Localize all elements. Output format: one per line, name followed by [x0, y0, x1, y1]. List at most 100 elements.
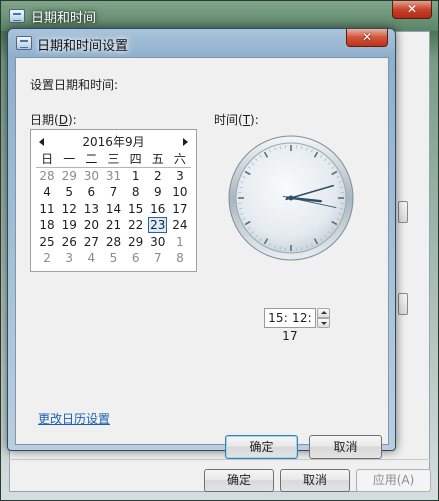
parent-apply-button[interactable]: 应用(A): [356, 469, 431, 492]
parent-cancel-button[interactable]: 取消: [280, 469, 350, 492]
parent-hidden-button-2[interactable]: [398, 293, 408, 315]
calendar-day[interactable]: 29: [58, 168, 80, 185]
calendar-day[interactable]: 16: [147, 201, 169, 218]
calendar-day-number: 30: [150, 234, 166, 249]
calendar-day-number: 18: [39, 218, 55, 233]
calendar-day[interactable]: 31: [102, 168, 124, 185]
weekday-header: 二: [80, 151, 103, 168]
calendar-day[interactable]: 25: [36, 234, 58, 251]
clock-center-pin: [288, 195, 294, 201]
calendar-day-number: 21: [105, 218, 122, 233]
time-input[interactable]: 15: 12: 17: [264, 308, 316, 343]
calendar-day[interactable]: 30: [147, 234, 169, 251]
calendar-day[interactable]: 29: [125, 234, 147, 251]
calendar-day-number: 5: [109, 251, 118, 266]
parent-ok-button[interactable]: 确定: [204, 469, 274, 492]
calendar-day[interactable]: 14: [102, 201, 124, 218]
calendar-day[interactable]: 7: [147, 250, 169, 267]
calendar-month-title[interactable]: 2016年9月: [31, 133, 196, 150]
calendar-day-number: 29: [127, 234, 144, 249]
calendar-day[interactable]: 30: [80, 168, 102, 185]
calendar-week-row: 4 5 6 7 8 9 10: [36, 184, 191, 201]
calendar-day[interactable]: 27: [80, 234, 102, 251]
calendar-day[interactable]: 3: [169, 168, 191, 185]
calendar-day-number: 25: [39, 234, 55, 249]
calendar-day-number: 27: [83, 234, 99, 249]
calendar-day[interactable]: 6: [125, 250, 147, 267]
calendar-day[interactable]: 1: [169, 234, 191, 251]
calendar-day[interactable]: 9: [147, 184, 169, 201]
calendar-day-number: 14: [105, 201, 122, 216]
parent-footer-divider: [9, 459, 430, 460]
calendar-day-number: 20: [83, 218, 99, 233]
calendar-day-number: 31: [105, 169, 122, 183]
calendar-day[interactable]: 12: [58, 201, 80, 218]
calendar-day[interactable]: 26: [58, 234, 80, 251]
dialog-title: 日期和时间设置: [37, 39, 129, 54]
dialog-client-area: 设置日期和时间: 日期(D): 时间(T): 2016年9月 日一二三四五六 2…: [15, 57, 389, 459]
calendar-day-number: 7: [153, 251, 162, 266]
calendar-day-number: 13: [83, 201, 99, 216]
calendar-day[interactable]: 2: [36, 250, 58, 267]
calendar-day[interactable]: 19: [58, 217, 80, 234]
calendar-day[interactable]: 13: [80, 201, 102, 218]
calendar-day[interactable]: 4: [36, 184, 58, 201]
calendar-day[interactable]: 8: [125, 184, 147, 201]
calendar-day-number: 15: [127, 201, 144, 216]
calendar-day-number: 7: [109, 185, 118, 200]
calendar-day[interactable]: 17: [169, 201, 191, 218]
calendar-day[interactable]: 20: [80, 217, 102, 234]
calendar-week-row: 25 26 27 28 29 30 1: [36, 234, 191, 251]
dialog-heading: 设置日期和时间:: [30, 78, 119, 92]
weekday-header: 日: [36, 151, 59, 168]
calendar-grid: 日一二三四五六 28 29 30 31 1 2 3 4 5 6 7 8 9 10 11 12 13 14 15 16 1…: [36, 151, 191, 267]
calendar-day[interactable]: 5: [58, 184, 80, 201]
calendar-day-selected[interactable]: 23: [147, 217, 169, 234]
time-spinner[interactable]: [317, 308, 330, 328]
weekday-header-row: 日一二三四五六: [36, 151, 191, 168]
calendar-day[interactable]: 10: [169, 184, 191, 201]
calendar-day[interactable]: 4: [80, 250, 102, 267]
calendar-day[interactable]: 5: [102, 250, 124, 267]
calendar-day[interactable]: 8: [169, 250, 191, 267]
calendar-day-number: 30: [83, 169, 99, 183]
spin-up-icon[interactable]: [317, 308, 330, 318]
calendar[interactable]: 2016年9月 日一二三四五六 28 29 30 31 1 2 3 4 5 6 7 8 9 10 11 12 1…: [30, 129, 197, 272]
calendar-day[interactable]: 1: [125, 168, 147, 185]
calendar-day[interactable]: 3: [58, 250, 80, 267]
calendar-day-number: 11: [39, 201, 55, 216]
calendar-day-number: 28: [105, 234, 122, 249]
calendar-day-number: 2: [153, 169, 162, 183]
calendar-day[interactable]: 6: [80, 184, 102, 201]
calendar-day-number: 3: [176, 169, 184, 183]
change-calendar-settings-link[interactable]: 更改日历设置: [38, 410, 110, 427]
calendar-day[interactable]: 2: [147, 168, 169, 185]
calendar-day[interactable]: 18: [36, 217, 58, 234]
calendar-day-number: 3: [65, 251, 74, 266]
calendar-app-icon: [9, 9, 25, 23]
calendar-day[interactable]: 22: [125, 217, 147, 234]
spin-down-icon[interactable]: [317, 318, 330, 328]
calendar-day[interactable]: 24: [169, 217, 191, 234]
weekday-header: 一: [58, 151, 81, 168]
next-month-icon[interactable]: [183, 138, 188, 146]
parent-hidden-button-1[interactable]: [398, 201, 408, 223]
parent-titlebar[interactable]: 日期和时间 ✕: [1, 1, 438, 31]
calendar-week-row: 18 19 20 21 22 23 24: [36, 217, 191, 234]
parent-close-icon[interactable]: ✕: [392, 1, 432, 19]
analog-clock: [228, 135, 354, 261]
date-label: 日期(D):: [30, 113, 77, 127]
calendar-day[interactable]: 21: [102, 217, 124, 234]
weekday-header: 四: [124, 151, 147, 168]
dialog-ok-button[interactable]: 确定: [225, 435, 298, 459]
date-time-settings-dialog: 日期和时间设置 ✕ 设置日期和时间: 日期(D): 时间(T): 2016年9月…: [7, 28, 396, 459]
calendar-day[interactable]: 28: [102, 234, 124, 251]
dialog-close-icon[interactable]: ✕: [346, 29, 388, 47]
calendar-day[interactable]: 15: [125, 201, 147, 218]
calendar-day[interactable]: 28: [36, 168, 58, 185]
calendar-week-row: 2345678: [36, 250, 191, 267]
calendar-day[interactable]: 7: [102, 184, 124, 201]
calendar-day-number: 10: [172, 185, 188, 200]
calendar-day[interactable]: 11: [36, 201, 58, 218]
dialog-cancel-button[interactable]: 取消: [309, 435, 382, 459]
